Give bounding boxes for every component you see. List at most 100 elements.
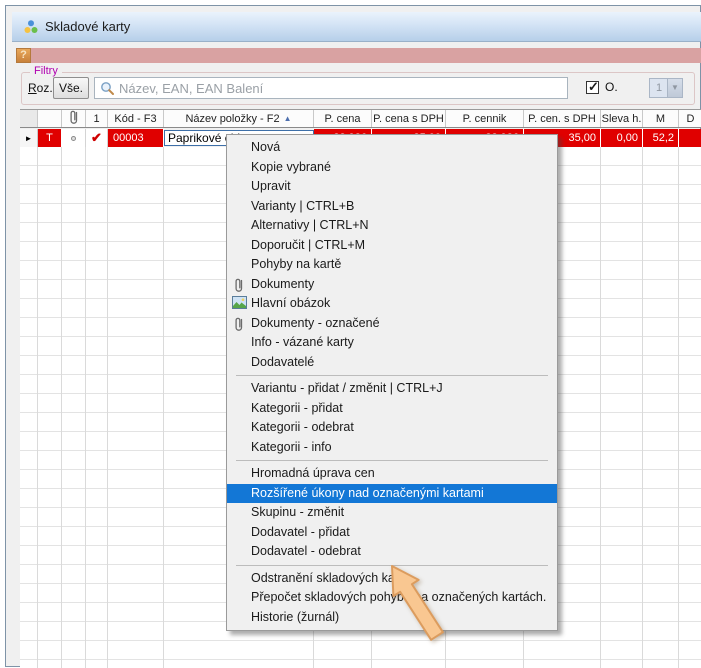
row-cell-1[interactable]: T [38, 129, 62, 147]
menu-item-label: Variantu - přidat / změnit | CTRL+J [251, 381, 443, 395]
column-header-p-cen-s-dph[interactable]: P. cen. s DPH [524, 110, 601, 127]
titlebar: Skladové karty [12, 12, 701, 42]
table-header: 1Kód - F3Název položky - F2▲P. cenaP. ce… [20, 109, 701, 128]
column-header-p-cena-s-dph[interactable]: P. cena s DPH [372, 110, 446, 127]
menu-item-dodavatel-odebrat[interactable]: Dodavatel - odebrat [227, 542, 557, 562]
row-cell-11[interactable]: 52,2 [643, 129, 679, 147]
menu-item-kategorii-info[interactable]: Kategorii - info [227, 438, 557, 458]
menu-separator [236, 460, 548, 461]
search-icon [100, 81, 115, 101]
menu-item-variantu-přidat-změnit-ctrl-j[interactable]: Variantu - přidat / změnit | CTRL+J [227, 379, 557, 399]
menu-item-kategorii-odebrat[interactable]: Kategorii - odebrat [227, 418, 557, 438]
menu-item-rozšířené-úkony-nad-označenými-kartami[interactable]: Rozšířené úkony nad označenými kartami [227, 484, 557, 504]
app-window: Skladové karty ? Filtry Roz. Vše. ✓ O. 1… [5, 5, 701, 667]
menu-item-kategorii-přidat[interactable]: Kategorii - přidat [227, 399, 557, 419]
menu-item-dokumenty[interactable]: Dokumenty [227, 275, 557, 295]
row-cell-4[interactable]: 00003 [108, 129, 164, 147]
column-header-col0[interactable] [20, 110, 38, 127]
grid-column-0 [20, 147, 38, 668]
selected-check-cell[interactable]: ✔ [86, 129, 108, 147]
menu-item-label: Hlavní obázok [251, 296, 330, 310]
menu-item-varianty-ctrl-b[interactable]: Varianty | CTRL+B [227, 197, 557, 217]
menu-item-nová[interactable]: Nová [227, 138, 557, 158]
menu-item-label: Doporučit | CTRL+M [251, 238, 365, 252]
menu-item-label: Varianty | CTRL+B [251, 199, 354, 213]
row-cell-12[interactable] [679, 129, 701, 147]
column-header-k-d-f3[interactable]: Kód - F3 [108, 110, 164, 127]
menu-separator [236, 375, 548, 376]
row-pointer-icon: ► [25, 134, 33, 143]
column-header-col1[interactable] [38, 110, 62, 127]
menu-item-label: Nová [251, 140, 280, 154]
o-checkbox-label: O. [605, 80, 618, 94]
column-label: 1 [93, 113, 99, 125]
row-selector[interactable]: ► [20, 129, 38, 147]
check-icon: ✓ [588, 79, 599, 95]
column-header-1[interactable]: 1 [86, 110, 108, 127]
vse-button[interactable]: Vše. [53, 77, 89, 99]
search-input[interactable] [119, 79, 564, 97]
menu-item-hlavní-obázok[interactable]: Hlavní obázok [227, 294, 557, 314]
menu-item-kopie-vybrané[interactable]: Kopie vybrané [227, 158, 557, 178]
grid-column-10 [601, 147, 643, 668]
paperclip-icon [232, 277, 248, 293]
column-header-sleva-h-[interactable]: Sleva h. [601, 110, 643, 127]
menu-item-label: Dokumenty - označené [251, 316, 380, 330]
menu-item-doporučit-ctrl-m[interactable]: Doporučit | CTRL+M [227, 236, 557, 256]
column-label: Sleva h. [602, 113, 642, 125]
menu-item-info-vázané-karty[interactable]: Info - vázané karty [227, 333, 557, 353]
paperclip-icon [67, 110, 80, 127]
combobox-value: 1 [656, 79, 662, 97]
menu-item-skupinu-změnit[interactable]: Skupinu - změnit [227, 503, 557, 523]
menu-item-upravit[interactable]: Upravit [227, 177, 557, 197]
grid-column-3 [86, 147, 108, 668]
check-icon: ✔ [91, 130, 102, 146]
row-cell-10[interactable]: 0,00 [601, 129, 643, 147]
menu-item-label: Alternativy | CTRL+N [251, 218, 369, 232]
search-box [94, 77, 568, 99]
menu-item-dodavatelé[interactable]: Dodavatelé [227, 353, 557, 373]
window-title: Skladové karty [45, 12, 130, 41]
paperclip-icon [232, 316, 248, 332]
grid-column-2 [62, 147, 86, 668]
roz-button[interactable]: Roz. [28, 81, 53, 95]
column-header-n-zev-polo-ky-f2[interactable]: Název položky - F2▲ [164, 110, 314, 127]
toolbar-strip [16, 48, 701, 63]
menu-item-hromadná-úprava-cen[interactable]: Hromadná úprava cen [227, 464, 557, 484]
column-label: Název položky - F2 [185, 113, 279, 125]
o-checkbox[interactable]: ✓ [586, 81, 599, 94]
menu-item-dodavatel-přidat[interactable]: Dodavatel - přidat [227, 523, 557, 543]
help-button[interactable]: ? [16, 48, 31, 63]
menu-item-label: Upravit [251, 179, 291, 193]
page-combobox[interactable]: 1 ▼ [649, 78, 683, 98]
column-header-p-cennik[interactable]: P. cennik [446, 110, 524, 127]
context-menu: Nová Kopie vybrané Upravit Varianty | CTRL+… [226, 134, 558, 631]
attachment-indicator-cell[interactable] [62, 129, 86, 147]
column-header-p-cena[interactable]: P. cena [314, 110, 372, 127]
menu-item-label: Kategorii - odebrat [251, 420, 354, 434]
app-logo-icon [23, 19, 39, 35]
column-header-m[interactable]: M [643, 110, 679, 127]
column-label: M [656, 113, 665, 125]
menu-item-label: Kategorii - přidat [251, 401, 343, 415]
filters-group-label: Filtry [30, 65, 62, 77]
menu-item-pohyby-na-kartě[interactable]: Pohyby na kartě [227, 255, 557, 275]
column-label: D [687, 113, 695, 125]
menu-item-label: Skupinu - změnit [251, 505, 344, 519]
chevron-down-icon[interactable]: ▼ [667, 79, 682, 97]
column-header-col2[interactable] [62, 110, 86, 127]
menu-item-label: Dodavatelé [251, 355, 314, 369]
menu-item-alternativy-ctrl-n[interactable]: Alternativy | CTRL+N [227, 216, 557, 236]
column-header-d[interactable]: D [679, 110, 701, 127]
menu-item-label: Info - vázané karty [251, 335, 354, 349]
menu-item-label: Pohyby na kartě [251, 257, 341, 271]
dot-icon [71, 136, 76, 141]
menu-item-label: Kategorii - info [251, 440, 332, 454]
cursor-arrow-icon [386, 562, 450, 646]
menu-item-label: Rozšířené úkony nad označenými kartami [251, 486, 484, 500]
menu-item-dokumenty-označené[interactable]: Dokumenty - označené [227, 314, 557, 334]
grid-column-11 [643, 147, 679, 668]
menu-item-label: Kopie vybrané [251, 160, 331, 174]
grid-column-12 [679, 147, 701, 668]
column-label: Kód - F3 [114, 113, 156, 125]
